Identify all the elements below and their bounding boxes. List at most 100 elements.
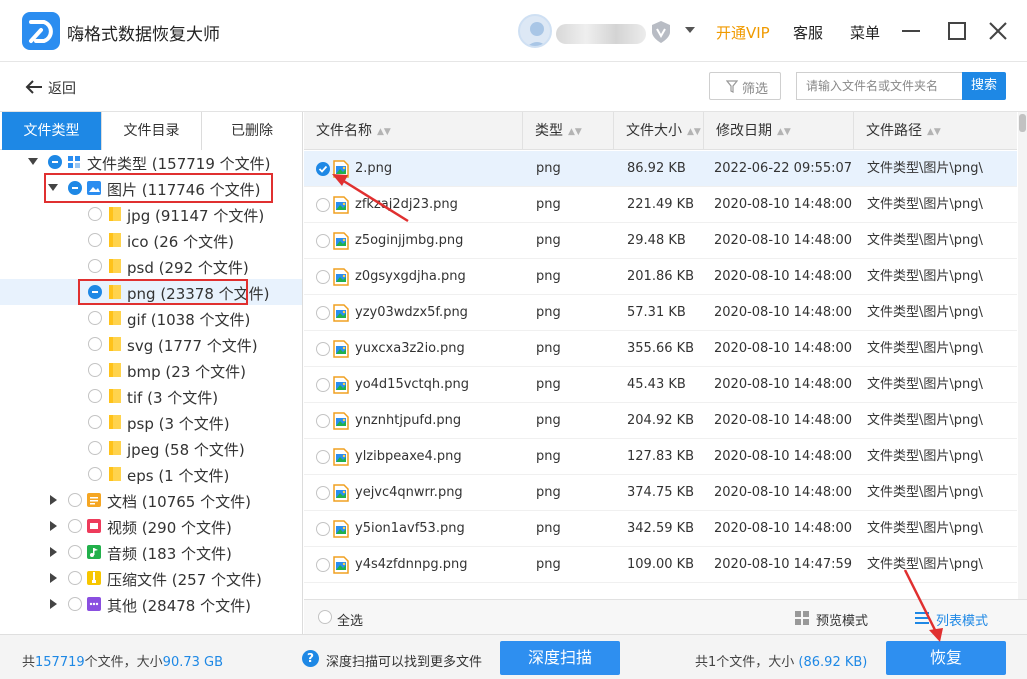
- tree-item-audio[interactable]: 音频 (183 个文件): [0, 539, 302, 565]
- tree-item-all-types[interactable]: 文件类型 (157719 个文件): [0, 149, 302, 175]
- column-header-date[interactable]: 修改日期 ▲▼: [704, 112, 854, 150]
- tree-checkbox[interactable]: [88, 259, 102, 273]
- tree-item-psd[interactable]: psd (292 个文件): [0, 253, 302, 279]
- row-checkbox[interactable]: [316, 306, 330, 320]
- tree-checkbox[interactable]: [68, 493, 82, 507]
- table-row[interactable]: yejvc4qnwrr.png png 374.75 KB 2020-08-10 14…: [304, 475, 1017, 511]
- user-avatar[interactable]: [518, 14, 552, 48]
- filter-button[interactable]: 筛选: [709, 72, 781, 100]
- tree-checkbox[interactable]: [88, 415, 102, 429]
- row-checkbox[interactable]: [316, 378, 330, 392]
- cell-type: png: [536, 557, 561, 572]
- tree-item-jpg[interactable]: jpg (91147 个文件): [0, 201, 302, 227]
- column-header-path[interactable]: 文件路径 ▲▼: [854, 112, 1017, 150]
- scrollbar-thumb[interactable]: [1019, 114, 1026, 132]
- other-category-icon: [87, 596, 101, 612]
- tab-file-type[interactable]: 文件类型: [2, 112, 102, 150]
- table-row[interactable]: z5oginjjmbg.png png 29.48 KB 2020-08-10 14:…: [304, 223, 1017, 259]
- tree-checkbox[interactable]: [88, 337, 102, 351]
- tree-item-ico[interactable]: ico (26 个文件): [0, 227, 302, 253]
- tree-item-other[interactable]: 其他 (28478 个文件): [0, 591, 302, 617]
- tree-item-tif[interactable]: tif (3 个文件): [0, 383, 302, 409]
- image-file-icon: [333, 268, 349, 290]
- search-input[interactable]: [796, 72, 962, 100]
- image-file-icon: [333, 520, 349, 542]
- cell-path: 文件类型\图片\png\: [867, 485, 983, 500]
- tree-item-gif[interactable]: gif (1038 个文件): [0, 305, 302, 331]
- collapse-arrow-icon[interactable]: [50, 573, 58, 583]
- column-path-label: 文件路径: [866, 123, 922, 139]
- tree-checkbox[interactable]: [88, 311, 102, 325]
- vip-link[interactable]: 开通VIP: [716, 22, 770, 43]
- table-row[interactable]: y4s4zfdnnpg.png png 109.00 KB 2020-08-10 14…: [304, 547, 1017, 583]
- tree-checkbox[interactable]: [88, 363, 102, 377]
- row-checkbox[interactable]: [316, 270, 330, 284]
- table-row[interactable]: yo4d15vctqh.png png 45.43 KB 2020-08-10 14:…: [304, 367, 1017, 403]
- deep-scan-button[interactable]: 深度扫描: [500, 641, 620, 675]
- scrollbar-track[interactable]: [1018, 112, 1027, 599]
- menu-link[interactable]: 菜单: [850, 22, 880, 43]
- tree-checkbox[interactable]: [88, 441, 102, 455]
- row-checkbox[interactable]: [316, 234, 330, 248]
- tree-item-jpeg[interactable]: jpeg (58 个文件): [0, 435, 302, 461]
- table-row[interactable]: yuxcxa3z2io.png png 355.66 KB 2020-08-10 14…: [304, 331, 1017, 367]
- table-row[interactable]: ylzibpeaxe4.png png 127.83 KB 2020-08-10 14…: [304, 439, 1017, 475]
- tree-item-documents[interactable]: 文档 (10765 个文件): [0, 487, 302, 513]
- collapse-arrow-icon[interactable]: [50, 521, 58, 531]
- tree-item-eps[interactable]: eps (1 个文件): [0, 461, 302, 487]
- tab-file-directory[interactable]: 文件目录: [102, 112, 202, 150]
- cell-size: 355.66 KB: [627, 341, 695, 356]
- table-row[interactable]: ynznhtjpufd.png png 204.92 KB 2020-08-10 14…: [304, 403, 1017, 439]
- tree-item-svg[interactable]: svg (1777 个文件): [0, 331, 302, 357]
- tree-checkbox[interactable]: [68, 597, 82, 611]
- expand-arrow-icon[interactable]: [28, 158, 38, 166]
- table-row[interactable]: yzy03wdzx5f.png png 57.31 KB 2020-08-10 14:…: [304, 295, 1017, 331]
- column-header-name[interactable]: 文件名称 ▲▼: [304, 112, 523, 150]
- table-row[interactable]: z0gsyxgdjha.png png 201.86 KB 2020-08-10 14…: [304, 259, 1017, 295]
- tree-item-archives[interactable]: 压缩文件 (257 个文件): [0, 565, 302, 591]
- collapse-arrow-icon[interactable]: [50, 547, 58, 557]
- row-checkbox[interactable]: [316, 162, 330, 176]
- row-checkbox[interactable]: [316, 342, 330, 356]
- collapse-arrow-icon[interactable]: [50, 599, 58, 609]
- tab-deleted[interactable]: 已删除: [202, 112, 302, 150]
- row-checkbox[interactable]: [316, 486, 330, 500]
- tree-checkbox[interactable]: [88, 467, 102, 481]
- maximize-icon[interactable]: [944, 18, 970, 44]
- row-checkbox[interactable]: [316, 522, 330, 536]
- tree-checkbox[interactable]: [88, 207, 102, 221]
- table-row[interactable]: 2.png png 86.92 KB 2022-06-22 09:55:07 文件类型\…: [304, 151, 1017, 187]
- tree-item-label: tif (3 个文件): [127, 389, 219, 407]
- highlight-box-images: [44, 173, 273, 203]
- tree-item-bmp[interactable]: bmp (23 个文件): [0, 357, 302, 383]
- collapse-arrow-icon[interactable]: [50, 495, 58, 505]
- row-checkbox[interactable]: [316, 198, 330, 212]
- row-checkbox[interactable]: [316, 414, 330, 428]
- minimize-icon[interactable]: [898, 18, 924, 44]
- select-all-label[interactable]: 全选: [337, 610, 363, 629]
- table-row[interactable]: y5ion1avf53.png png 342.59 KB 2020-08-10 14…: [304, 511, 1017, 547]
- username-blurred[interactable]: [556, 24, 646, 44]
- tree-item-psp[interactable]: psp (3 个文件): [0, 409, 302, 435]
- row-checkbox[interactable]: [316, 558, 330, 572]
- chevron-down-icon[interactable]: [684, 26, 696, 34]
- image-file-icon: [333, 448, 349, 470]
- tree-checkbox[interactable]: [48, 155, 62, 169]
- help-icon[interactable]: ?: [302, 650, 319, 667]
- column-header-type[interactable]: 类型 ▲▼: [523, 112, 614, 150]
- tree-checkbox[interactable]: [68, 545, 82, 559]
- table-row[interactable]: zfkzaj2dj23.png png 221.49 KB 2020-08-10 14…: [304, 187, 1017, 223]
- search-button[interactable]: 搜索: [962, 72, 1006, 100]
- column-header-size[interactable]: 文件大小 ▲▼: [614, 112, 704, 150]
- tree-checkbox[interactable]: [68, 571, 82, 585]
- tree-checkbox[interactable]: [88, 389, 102, 403]
- service-link[interactable]: 客服: [793, 22, 823, 43]
- close-icon[interactable]: [985, 18, 1011, 44]
- tree-checkbox[interactable]: [68, 519, 82, 533]
- tree-checkbox[interactable]: [88, 233, 102, 247]
- recover-button[interactable]: 恢复: [886, 641, 1006, 675]
- select-all-checkbox[interactable]: [318, 610, 332, 624]
- tree-item-video[interactable]: 视频 (290 个文件): [0, 513, 302, 539]
- back-arrow-icon: [25, 80, 42, 94]
- row-checkbox[interactable]: [316, 450, 330, 464]
